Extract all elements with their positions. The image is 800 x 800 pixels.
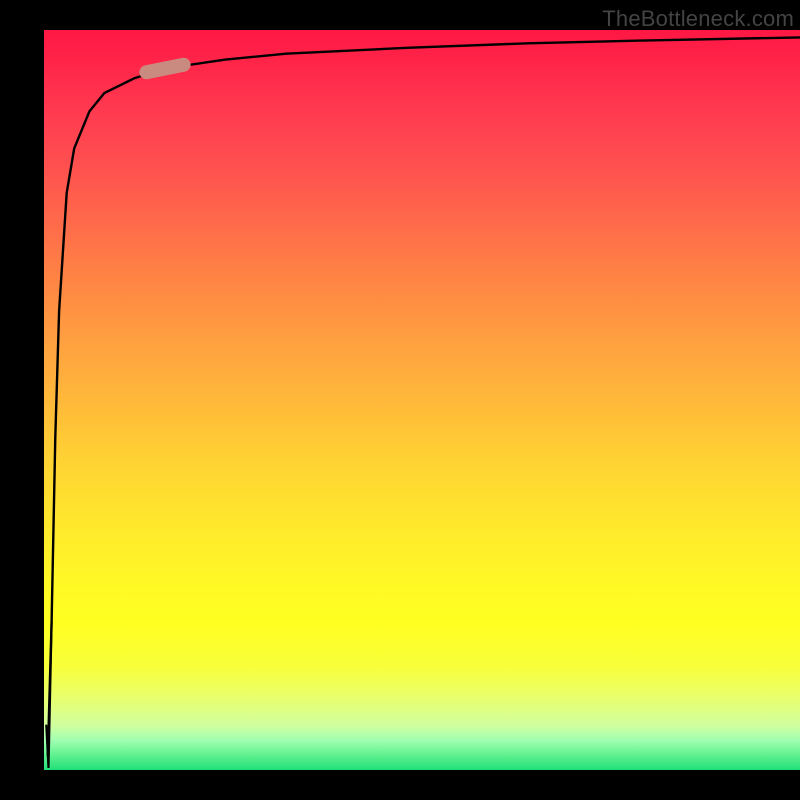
watermark-text: TheBottleneck.com bbox=[602, 6, 794, 32]
chart-frame: TheBottleneck.com bbox=[0, 0, 800, 800]
chart-svg bbox=[44, 30, 800, 770]
initial-drop bbox=[46, 622, 51, 768]
curve-marker-pill bbox=[138, 56, 192, 80]
bottleneck-curve bbox=[48, 37, 800, 755]
curve-marker bbox=[138, 56, 192, 80]
curve-group bbox=[46, 37, 800, 768]
